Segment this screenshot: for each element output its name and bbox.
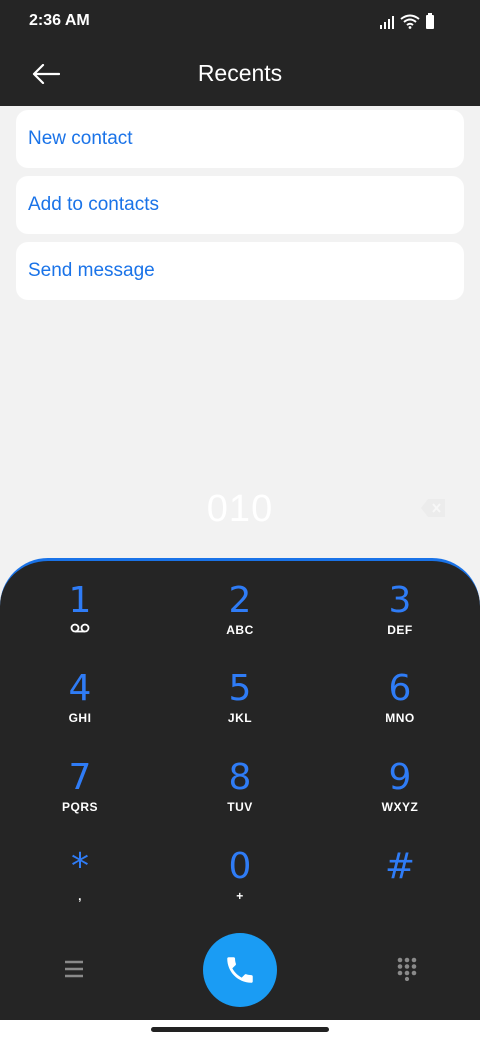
new-contact-button[interactable]: New contact (16, 110, 464, 168)
key-digit: 2 (228, 580, 252, 621)
phone-icon (227, 957, 253, 983)
key-9[interactable]: 9 WXYZ (340, 758, 460, 838)
page-title: Recents (197, 60, 283, 86)
app-bar: Recents (0, 44, 480, 106)
backspace-icon (421, 499, 445, 517)
key-letters: , (78, 889, 82, 903)
key-2[interactable]: 2 ABC (180, 581, 300, 661)
dialer-screen: 2:36 AM Recents New contact Add to conta… (0, 0, 480, 1040)
call-button[interactable] (203, 933, 277, 1007)
key-letters: DEF (387, 623, 413, 637)
status-time: 2:36 AM (29, 12, 90, 29)
status-icons (380, 13, 434, 29)
key-hash[interactable]: # (340, 847, 460, 927)
key-digit: 4 (68, 668, 92, 709)
key-letters: GHI (68, 711, 92, 725)
key-8[interactable]: 8 TUV (180, 758, 300, 838)
backspace-button[interactable] (420, 498, 446, 518)
key-4[interactable]: 4 GHI (20, 669, 140, 749)
dialed-number: 010 (206, 488, 274, 530)
menu-icon (65, 960, 83, 978)
system-nav-bar (0, 1020, 480, 1040)
add-to-contacts-button[interactable]: Add to contacts (16, 176, 464, 234)
menu-button[interactable] (62, 957, 86, 981)
wifi-icon (400, 14, 420, 29)
voicemail-icon (70, 623, 90, 633)
key-digit: 1 (68, 580, 92, 621)
key-7[interactable]: 7 PQRS (20, 758, 140, 838)
key-digit: 5 (228, 668, 252, 709)
key-letters: ABC (226, 623, 254, 637)
status-bar: 2:36 AM (0, 0, 480, 44)
key-letters: JKL (227, 711, 253, 725)
key-letters: MNO (385, 711, 415, 725)
key-letters: WXYZ (381, 800, 419, 814)
dialpad: 1 2 ABC 3 DEF 4 GHI 5 JKL 6 MNO 7 PQRS 8… (0, 558, 480, 1020)
send-message-button[interactable]: Send message (16, 242, 464, 300)
key-letters: PQRS (61, 800, 98, 814)
key-digit: 7 (68, 757, 92, 798)
key-digit: # (384, 846, 416, 887)
key-3[interactable]: 3 DEF (340, 581, 460, 661)
key-digit: 3 (388, 580, 412, 621)
key-star[interactable]: * , (20, 847, 140, 927)
key-letters: TUV (227, 800, 253, 814)
key-5[interactable]: 5 JKL (180, 669, 300, 749)
key-digit: 8 (228, 757, 252, 798)
key-letters: + (236, 889, 244, 903)
key-digit: 6 (388, 668, 412, 709)
key-digit: * (71, 846, 89, 887)
dialpad-icon (397, 957, 417, 982)
signal-icon (380, 15, 394, 29)
dialpad-toggle-button[interactable] (396, 957, 418, 982)
key-1[interactable]: 1 (20, 581, 140, 661)
battery-icon (426, 13, 434, 29)
key-0[interactable]: 0 + (180, 847, 300, 927)
key-digit: 9 (388, 757, 412, 798)
key-6[interactable]: 6 MNO (340, 669, 460, 749)
home-indicator[interactable] (151, 1027, 329, 1032)
key-digit: 0 (228, 846, 252, 887)
